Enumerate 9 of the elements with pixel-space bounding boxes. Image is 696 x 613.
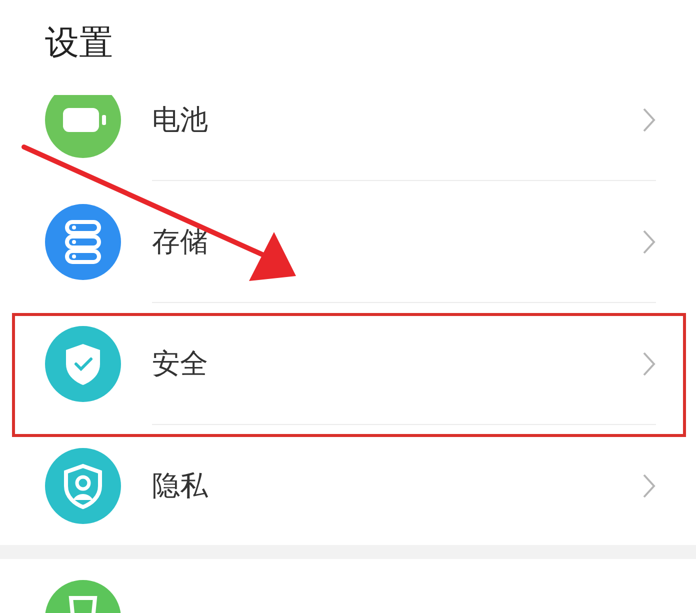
setting-label[interactable]: 电池: [152, 100, 642, 138]
setting-label[interactable]: 隐私: [152, 467, 642, 505]
setting-label[interactable]: 安全: [152, 344, 642, 382]
chevron-icon: [642, 228, 656, 254]
page-title: 设置: [44, 22, 114, 65]
chevron-icon: [642, 350, 656, 376]
chevron-icon: [642, 106, 656, 132]
setting-label[interactable]: 存储: [152, 222, 642, 260]
chevron-icon: [642, 473, 656, 499]
